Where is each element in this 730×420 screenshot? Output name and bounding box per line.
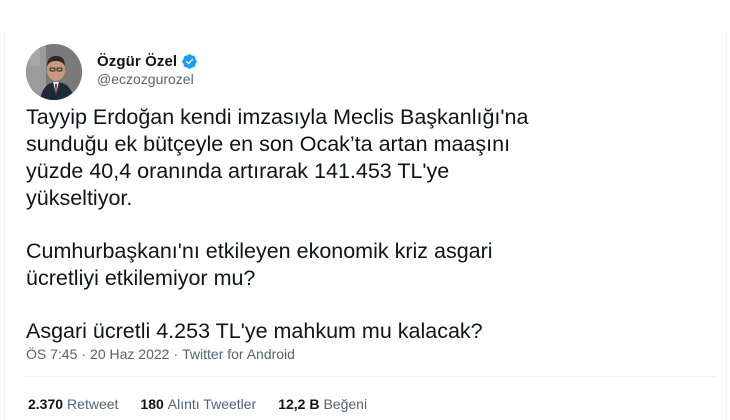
left-border	[4, 30, 5, 420]
avatar-photo-icon	[26, 44, 82, 100]
tweet-stats: 2.370 Retweet 180 Alıntı Tweetler 12,2 B…	[28, 396, 389, 412]
like-count: 12,2 B	[278, 396, 320, 412]
tweet-line: ücretliyi etkilemiyor mu?	[26, 266, 256, 290]
tweet-source[interactable]: Twitter for Android	[182, 346, 295, 362]
quote-label: Alıntı Tweetler	[167, 396, 257, 412]
quote-stat[interactable]: 180 Alıntı Tweetler	[140, 396, 256, 412]
tweet-date[interactable]: 20 Haz 2022	[90, 346, 169, 362]
tweet-meta: ÖS 7:45 · 20 Haz 2022 · Twitter for Andr…	[26, 346, 295, 362]
author-name-row[interactable]: Özgür Özel	[97, 51, 198, 71]
verified-badge-icon	[181, 53, 198, 70]
tweet-line: yükseltiyor.	[26, 186, 133, 210]
tweet-line: Asgari ücretli 4.253 TL'ye mahkum mu kal…	[26, 319, 483, 343]
meta-separator: ·	[173, 346, 179, 362]
right-border	[726, 30, 727, 420]
tweet-line: Cumhurbaşkanı'nı etkileyen ekonomik kriz…	[26, 239, 493, 263]
avatar[interactable]	[26, 44, 82, 100]
display-name[interactable]: Özgür Özel	[97, 53, 177, 70]
tweet-line: yüzde 40,4 oranında artırarak 141.453 TL…	[26, 159, 450, 183]
meta-separator: ·	[81, 346, 87, 362]
tweet-paragraph-3: Asgari ücretli 4.253 TL'ye mahkum mu kal…	[26, 318, 716, 345]
like-label: Beğeni	[323, 396, 368, 412]
retweet-label: Retweet	[67, 396, 119, 412]
like-stat[interactable]: 12,2 B Beğeni	[278, 396, 367, 412]
tweet-line: sunduğu ek bütçeyle en son Ocak’ta artan…	[26, 132, 511, 156]
retweet-count: 2.370	[28, 396, 64, 412]
quote-count: 180	[140, 396, 164, 412]
tweet-text: Tayyip Erdoğan kendi imzasıyla Meclis Ba…	[26, 104, 716, 371]
tweet-paragraph-2: Cumhurbaşkanı'nı etkileyen ekonomik kriz…	[26, 238, 716, 292]
tweet-card: Özgür Özel @eczozgurozel Tayyip Erdoğan …	[0, 0, 730, 420]
user-handle[interactable]: @eczozgurozel	[97, 71, 194, 87]
divider	[26, 376, 716, 377]
retweet-stat[interactable]: 2.370 Retweet	[28, 396, 118, 412]
tweet-paragraph-1: Tayyip Erdoğan kendi imzasıyla Meclis Ba…	[26, 104, 716, 212]
tweet-time[interactable]: ÖS 7:45	[26, 346, 77, 362]
tweet-line: Tayyip Erdoğan kendi imzasıyla Meclis Ba…	[26, 105, 529, 129]
